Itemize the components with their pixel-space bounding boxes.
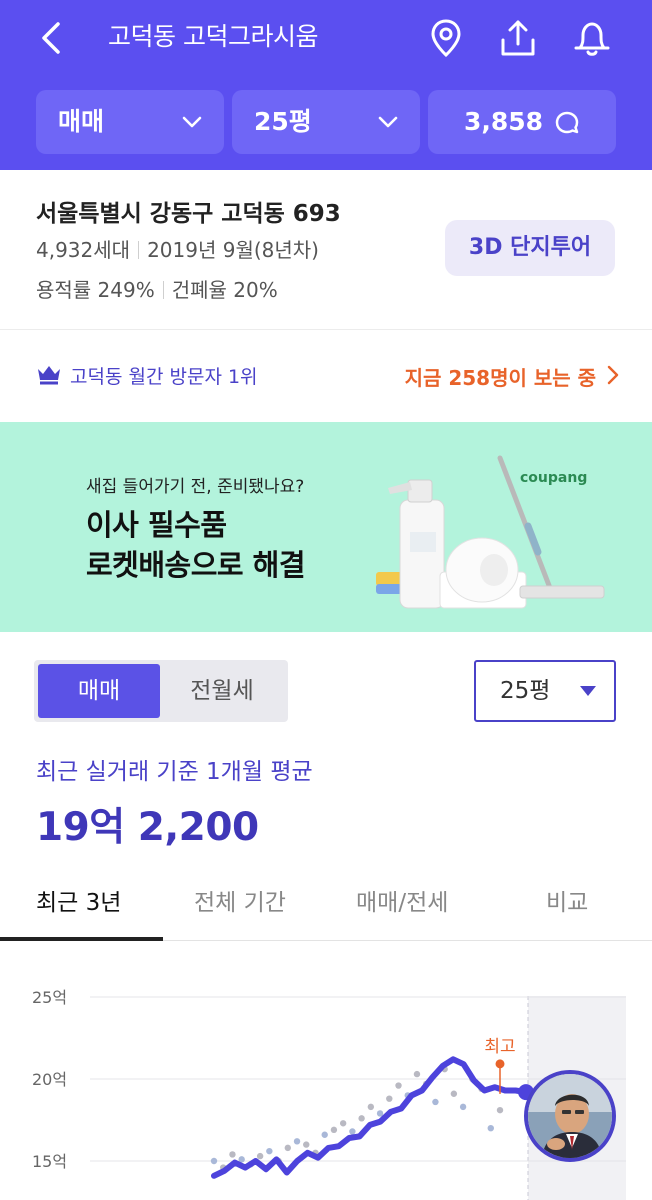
ad-headline-1: 이사 필수품 bbox=[86, 508, 227, 542]
y-tick-label: 25억 bbox=[32, 988, 67, 1007]
complex-info: 서울특별시 강동구 고덕동 693 4,932세대 2019년 9월(8년차) 용… bbox=[0, 170, 652, 330]
top-bar: 고덕동 고덕그라시움 bbox=[0, 0, 652, 76]
tab-recent-3y[interactable]: 최근 3년 bbox=[36, 883, 121, 917]
filter-bar: 매매 25평 3,858 bbox=[36, 90, 616, 154]
transaction-point bbox=[266, 1147, 273, 1155]
households: 4,932세대 bbox=[36, 238, 131, 262]
floor-area-ratio: 용적률 249% bbox=[36, 278, 155, 302]
visitor-rank-row[interactable]: 고덕동 월간 방문자 1위 지금 258명이 보는 중 bbox=[0, 330, 652, 422]
transaction-point bbox=[256, 1152, 264, 1160]
average-price-label: 최근 실거래 기준 1개월 평균 bbox=[36, 759, 313, 785]
transaction-point bbox=[367, 1103, 375, 1111]
3d-tour-button[interactable]: 3D 단지투어 bbox=[445, 220, 615, 276]
transaction-point bbox=[330, 1126, 338, 1134]
toggle-rent[interactable]: 전월세 bbox=[160, 664, 284, 718]
chat-bubble-icon bbox=[555, 111, 579, 134]
price-chart: 25억 20억 15억 최고 bbox=[32, 988, 626, 1200]
app-header: 고덕동 고덕그라시움 매매 25평 3,858 bbox=[0, 0, 652, 170]
transaction-point bbox=[284, 1144, 292, 1152]
location-pin-icon[interactable] bbox=[424, 16, 468, 60]
transaction-point bbox=[487, 1125, 494, 1132]
built-date: 2019년 9월(8년차) bbox=[147, 238, 319, 262]
coverage-ratio: 건폐율 20% bbox=[171, 278, 278, 302]
address: 서울특별시 강동구 고덕동 693 bbox=[36, 201, 341, 227]
transaction-point bbox=[358, 1115, 365, 1122]
y-tick-label: 20억 bbox=[32, 1070, 67, 1089]
share-icon[interactable] bbox=[496, 16, 540, 60]
comments-count: 3,858 bbox=[464, 107, 544, 136]
crown-icon bbox=[38, 366, 60, 385]
trade-type-label: 매매 bbox=[58, 107, 105, 136]
ad-subtitle: 새집 들어가기 전, 준비됐나요? bbox=[86, 477, 305, 497]
size-label: 25평 bbox=[254, 107, 312, 136]
transaction-point bbox=[496, 1106, 504, 1114]
transaction-point bbox=[210, 1157, 218, 1165]
transaction-point bbox=[349, 1128, 356, 1135]
size-select-label: 25평 bbox=[500, 678, 551, 704]
size-dropdown[interactable]: 25평 bbox=[232, 90, 420, 154]
transaction-point bbox=[321, 1131, 328, 1138]
person-photo bbox=[528, 1074, 612, 1158]
tab-sale-vs-jeonse[interactable]: 매매/전세 bbox=[356, 883, 448, 917]
y-tick-label: 15억 bbox=[32, 1152, 67, 1171]
page-title: 고덕동 고덕그라시움 bbox=[108, 22, 318, 51]
average-price: 19억 2,200 bbox=[36, 805, 259, 850]
transaction-point bbox=[293, 1138, 301, 1145]
visitor-rank-text: 고덕동 월간 방문자 1위 bbox=[70, 366, 258, 388]
transaction-point bbox=[376, 1110, 384, 1117]
now-viewing-text: 지금 258명이 보는 중 bbox=[404, 366, 596, 390]
tab-compare[interactable]: 비교 bbox=[546, 883, 588, 917]
transaction-point bbox=[229, 1151, 236, 1158]
divider bbox=[138, 241, 140, 259]
transaction-point bbox=[413, 1070, 421, 1078]
transaction-point bbox=[459, 1103, 467, 1111]
chevron-down-icon bbox=[182, 116, 202, 128]
size-select[interactable]: 25평 bbox=[474, 660, 616, 722]
max-annotation-label: 최고 bbox=[484, 1037, 515, 1057]
transaction-point bbox=[395, 1082, 402, 1089]
transaction-point bbox=[432, 1098, 439, 1106]
bell-icon[interactable] bbox=[570, 16, 614, 60]
comments-button[interactable]: 3,858 bbox=[428, 90, 616, 154]
caret-down-icon bbox=[580, 686, 596, 696]
active-tab-indicator bbox=[0, 937, 163, 941]
cleaning-products-image bbox=[376, 455, 605, 609]
toggle-sale[interactable]: 매매 bbox=[38, 664, 160, 718]
max-marker-dot bbox=[495, 1059, 505, 1069]
transaction-point bbox=[339, 1120, 347, 1127]
transaction-point bbox=[450, 1090, 458, 1097]
trade-type-dropdown[interactable]: 매매 bbox=[36, 90, 224, 154]
ad-banner[interactable]: 새집 들어가기 전, 준비됐나요? 이사 필수품 로켓배송으로 해결 coupa… bbox=[0, 422, 652, 632]
back-icon[interactable] bbox=[36, 20, 70, 56]
tab-all-period[interactable]: 전체 기간 bbox=[194, 883, 286, 917]
chevron-right-icon bbox=[607, 365, 619, 385]
avatar[interactable] bbox=[524, 1070, 616, 1162]
transaction-point bbox=[303, 1141, 310, 1148]
complex-meta: 4,932세대 2019년 9월(8년차) bbox=[36, 234, 319, 263]
period-tabs: 최근 3년 전체 기간 매매/전세 비교 bbox=[0, 865, 652, 941]
complex-ratios: 용적률 249% 건폐율 20% bbox=[36, 274, 278, 303]
trade-type-toggle: 매매 전월세 bbox=[34, 660, 288, 722]
transaction-point bbox=[386, 1095, 393, 1102]
divider bbox=[162, 281, 164, 299]
ad-headline-2: 로켓배송으로 해결 bbox=[86, 548, 306, 582]
chevron-down-icon bbox=[378, 116, 398, 128]
